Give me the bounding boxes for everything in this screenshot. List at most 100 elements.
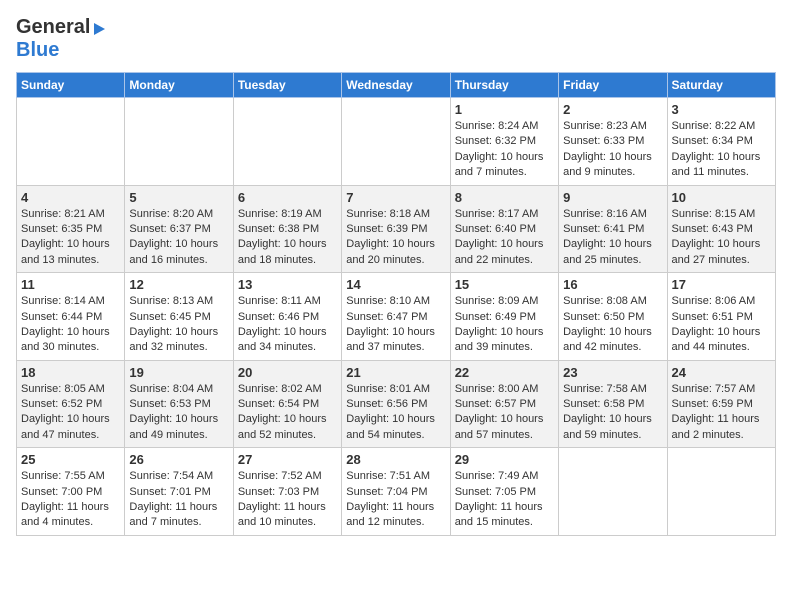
- weekday-header-monday: Monday: [125, 73, 233, 98]
- calendar-week-5: 25 Sunrise: 7:55 AM Sunset: 7:00 PM Dayli…: [17, 448, 776, 536]
- day-number: 10: [672, 190, 771, 205]
- calendar-cell: 20 Sunrise: 8:02 AM Sunset: 6:54 PM Dayli…: [233, 360, 341, 448]
- day-info: Sunrise: 7:52 AM Sunset: 7:03 PM Dayligh…: [238, 469, 337, 531]
- weekday-row: SundayMondayTuesdayWednesdayThursdayFrid…: [17, 73, 776, 98]
- day-number: 17: [672, 277, 771, 292]
- day-info: Sunrise: 8:08 AM Sunset: 6:50 PM Dayligh…: [563, 294, 662, 356]
- calendar-week-1: 1 Sunrise: 8:24 AM Sunset: 6:32 PM Daylig…: [17, 98, 776, 186]
- calendar-cell: [667, 448, 775, 536]
- logo-blue-text: Blue: [16, 39, 59, 62]
- day-info: Sunrise: 8:17 AM Sunset: 6:40 PM Dayligh…: [455, 207, 554, 269]
- calendar-cell: 6 Sunrise: 8:19 AM Sunset: 6:38 PM Daylig…: [233, 185, 341, 273]
- day-number: 23: [563, 365, 662, 380]
- day-info: Sunrise: 8:09 AM Sunset: 6:49 PM Dayligh…: [455, 294, 554, 356]
- day-number: 3: [672, 102, 771, 117]
- weekday-header-sunday: Sunday: [17, 73, 125, 98]
- calendar-cell: [559, 448, 667, 536]
- day-info: Sunrise: 8:19 AM Sunset: 6:38 PM Dayligh…: [238, 207, 337, 269]
- day-number: 6: [238, 190, 337, 205]
- calendar-cell: 14 Sunrise: 8:10 AM Sunset: 6:47 PM Dayli…: [342, 273, 450, 361]
- day-info: Sunrise: 8:15 AM Sunset: 6:43 PM Dayligh…: [672, 207, 771, 269]
- calendar-cell: 13Sunrise: 8:11 AM Sunset: 6:46 PM Dayli…: [233, 273, 341, 361]
- day-info: Sunrise: 7:49 AM Sunset: 7:05 PM Dayligh…: [455, 469, 554, 531]
- calendar-cell: 7 Sunrise: 8:18 AM Sunset: 6:39 PM Daylig…: [342, 185, 450, 273]
- day-number: 19: [129, 365, 228, 380]
- logo-triangle-icon: [94, 23, 105, 35]
- day-info: Sunrise: 8:05 AM Sunset: 6:52 PM Dayligh…: [21, 382, 120, 444]
- day-info: Sunrise: 7:57 AM Sunset: 6:59 PM Dayligh…: [672, 382, 771, 444]
- calendar-cell: [342, 98, 450, 186]
- calendar-cell: 9Sunrise: 8:16 AM Sunset: 6:41 PM Daylig…: [559, 185, 667, 273]
- day-info: Sunrise: 8:22 AM Sunset: 6:34 PM Dayligh…: [672, 119, 771, 181]
- weekday-header-wednesday: Wednesday: [342, 73, 450, 98]
- day-number: 29: [455, 452, 554, 467]
- calendar-cell: 16 Sunrise: 8:08 AM Sunset: 6:50 PM Dayli…: [559, 273, 667, 361]
- calendar-cell: 21 Sunrise: 8:01 AM Sunset: 6:56 PM Dayli…: [342, 360, 450, 448]
- calendar-cell: 15Sunrise: 8:09 AM Sunset: 6:49 PM Dayli…: [450, 273, 558, 361]
- day-number: 21: [346, 365, 445, 380]
- day-info: Sunrise: 8:10 AM Sunset: 6:47 PM Dayligh…: [346, 294, 445, 356]
- calendar-header: SundayMondayTuesdayWednesdayThursdayFrid…: [17, 73, 776, 98]
- day-number: 4: [21, 190, 120, 205]
- day-info: Sunrise: 8:24 AM Sunset: 6:32 PM Dayligh…: [455, 119, 554, 181]
- weekday-header-thursday: Thursday: [450, 73, 558, 98]
- day-number: 18: [21, 365, 120, 380]
- calendar-table: SundayMondayTuesdayWednesdayThursdayFrid…: [16, 72, 776, 536]
- day-info: Sunrise: 8:04 AM Sunset: 6:53 PM Dayligh…: [129, 382, 228, 444]
- day-info: Sunrise: 7:58 AM Sunset: 6:58 PM Dayligh…: [563, 382, 662, 444]
- day-number: 11: [21, 277, 120, 292]
- day-number: 24: [672, 365, 771, 380]
- calendar-cell: 22 Sunrise: 8:00 AM Sunset: 6:57 PM Dayli…: [450, 360, 558, 448]
- day-number: 13: [238, 277, 337, 292]
- calendar-week-3: 11 Sunrise: 8:14 AM Sunset: 6:44 PM Dayli…: [17, 273, 776, 361]
- logo: General Blue: [16, 16, 105, 62]
- calendar-week-2: 4 Sunrise: 8:21 AM Sunset: 6:35 PM Daylig…: [17, 185, 776, 273]
- calendar-cell: 10 Sunrise: 8:15 AM Sunset: 6:43 PM Dayli…: [667, 185, 775, 273]
- calendar-cell: 3 Sunrise: 8:22 AM Sunset: 6:34 PM Daylig…: [667, 98, 775, 186]
- day-number: 27: [238, 452, 337, 467]
- day-info: Sunrise: 8:16 AM Sunset: 6:41 PM Dayligh…: [563, 207, 662, 269]
- calendar-cell: 23 Sunrise: 7:58 AM Sunset: 6:58 PM Dayli…: [559, 360, 667, 448]
- day-number: 26: [129, 452, 228, 467]
- day-info: Sunrise: 8:06 AM Sunset: 6:51 PM Dayligh…: [672, 294, 771, 356]
- day-info: Sunrise: 7:54 AM Sunset: 7:01 PM Dayligh…: [129, 469, 228, 531]
- day-info: Sunrise: 8:20 AM Sunset: 6:37 PM Dayligh…: [129, 207, 228, 269]
- day-number: 8: [455, 190, 554, 205]
- calendar-cell: 24 Sunrise: 7:57 AM Sunset: 6:59 PM Dayli…: [667, 360, 775, 448]
- day-number: 7: [346, 190, 445, 205]
- day-info: Sunrise: 8:14 AM Sunset: 6:44 PM Dayligh…: [21, 294, 120, 356]
- calendar-cell: 2Sunrise: 8:23 AM Sunset: 6:33 PM Daylig…: [559, 98, 667, 186]
- day-info: Sunrise: 8:01 AM Sunset: 6:56 PM Dayligh…: [346, 382, 445, 444]
- day-info: Sunrise: 7:55 AM Sunset: 7:00 PM Dayligh…: [21, 469, 120, 531]
- calendar-cell: 1 Sunrise: 8:24 AM Sunset: 6:32 PM Daylig…: [450, 98, 558, 186]
- calendar-cell: 28Sunrise: 7:51 AM Sunset: 7:04 PM Dayli…: [342, 448, 450, 536]
- calendar-cell: 18 Sunrise: 8:05 AM Sunset: 6:52 PM Dayli…: [17, 360, 125, 448]
- day-info: Sunrise: 8:21 AM Sunset: 6:35 PM Dayligh…: [21, 207, 120, 269]
- day-number: 1: [455, 102, 554, 117]
- calendar-cell: 5 Sunrise: 8:20 AM Sunset: 6:37 PM Daylig…: [125, 185, 233, 273]
- day-number: 16: [563, 277, 662, 292]
- day-info: Sunrise: 8:02 AM Sunset: 6:54 PM Dayligh…: [238, 382, 337, 444]
- day-number: 25: [21, 452, 120, 467]
- day-number: 22: [455, 365, 554, 380]
- calendar-cell: 25 Sunrise: 7:55 AM Sunset: 7:00 PM Dayli…: [17, 448, 125, 536]
- calendar-cell: 8 Sunrise: 8:17 AM Sunset: 6:40 PM Daylig…: [450, 185, 558, 273]
- weekday-header-saturday: Saturday: [667, 73, 775, 98]
- calendar-cell: 17 Sunrise: 8:06 AM Sunset: 6:51 PM Dayli…: [667, 273, 775, 361]
- calendar-cell: 27 Sunrise: 7:52 AM Sunset: 7:03 PM Dayli…: [233, 448, 341, 536]
- weekday-header-tuesday: Tuesday: [233, 73, 341, 98]
- day-info: Sunrise: 8:18 AM Sunset: 6:39 PM Dayligh…: [346, 207, 445, 269]
- day-number: 20: [238, 365, 337, 380]
- day-info: Sunrise: 8:23 AM Sunset: 6:33 PM Dayligh…: [563, 119, 662, 181]
- calendar-week-4: 18 Sunrise: 8:05 AM Sunset: 6:52 PM Dayli…: [17, 360, 776, 448]
- logo-general-text: General: [16, 16, 90, 39]
- calendar-cell: 12Sunrise: 8:13 AM Sunset: 6:45 PM Dayli…: [125, 273, 233, 361]
- day-number: 12: [129, 277, 228, 292]
- day-info: Sunrise: 8:00 AM Sunset: 6:57 PM Dayligh…: [455, 382, 554, 444]
- day-number: 5: [129, 190, 228, 205]
- calendar-cell: [125, 98, 233, 186]
- calendar-cell: 29 Sunrise: 7:49 AM Sunset: 7:05 PM Dayli…: [450, 448, 558, 536]
- calendar-cell: 4 Sunrise: 8:21 AM Sunset: 6:35 PM Daylig…: [17, 185, 125, 273]
- calendar-body: 1 Sunrise: 8:24 AM Sunset: 6:32 PM Daylig…: [17, 98, 776, 536]
- day-number: 14: [346, 277, 445, 292]
